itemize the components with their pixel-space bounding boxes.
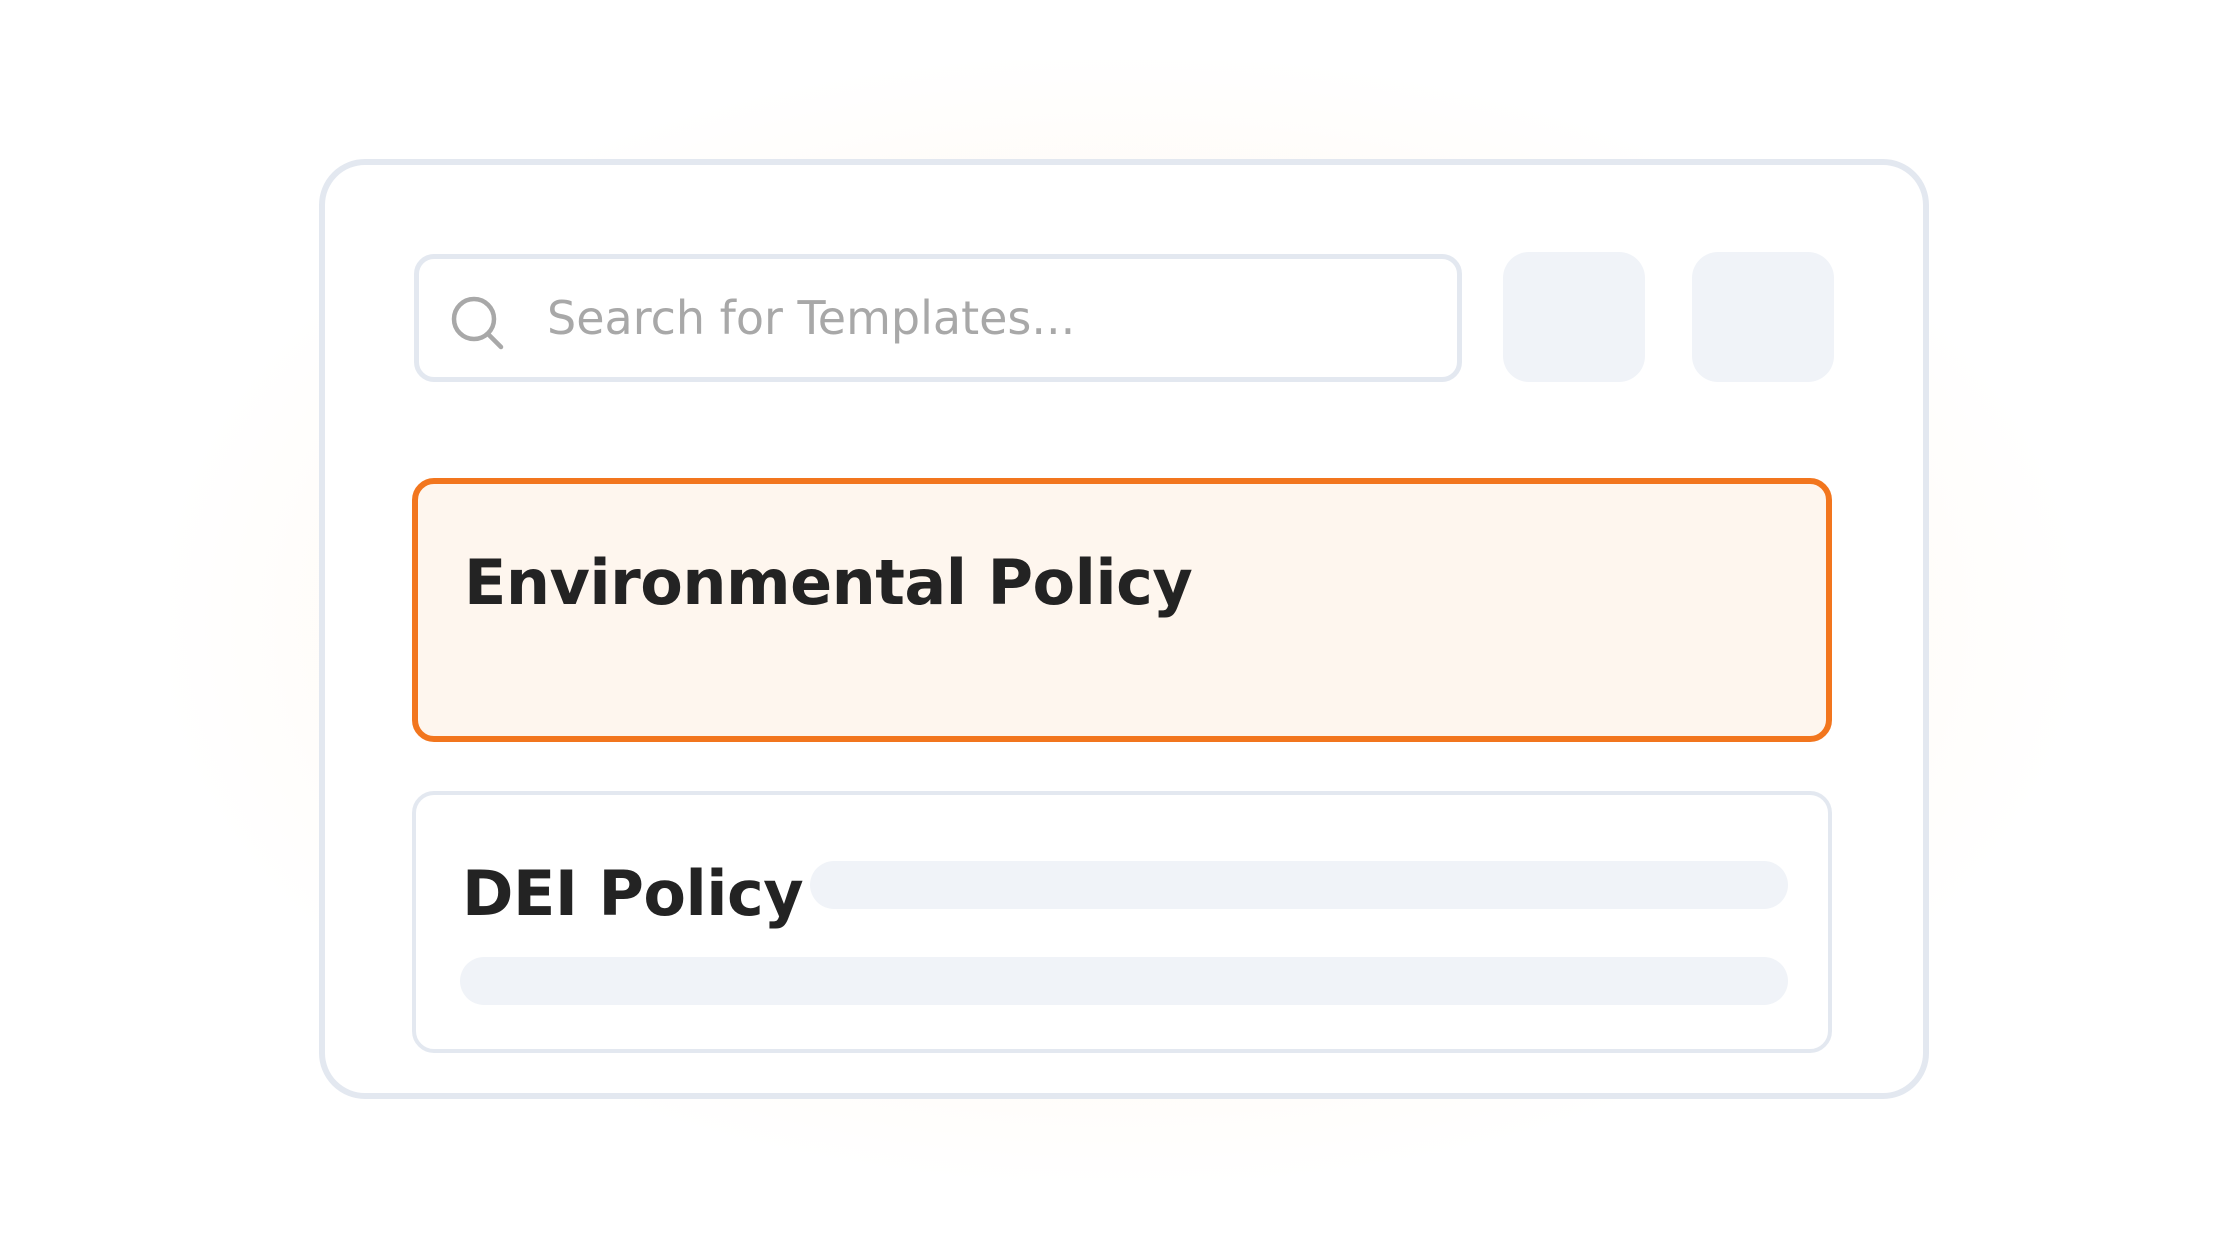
skeleton-line — [810, 861, 1788, 909]
template-card-title: DEI Policy — [462, 857, 804, 930]
stage: Environmental Policy DEI Policy — [0, 0, 2240, 1256]
template-card-title: Environmental Policy — [464, 546, 1193, 619]
search-bar[interactable] — [414, 254, 1462, 382]
template-card-environmental-policy[interactable]: Environmental Policy — [412, 478, 1832, 742]
search-icon — [451, 296, 504, 350]
toolbar-button-1[interactable] — [1503, 252, 1645, 382]
search-input[interactable] — [547, 259, 1427, 377]
template-card-dei-policy[interactable]: DEI Policy — [412, 791, 1832, 1053]
skeleton-line — [460, 957, 1788, 1005]
toolbar-button-2[interactable] — [1692, 252, 1834, 382]
